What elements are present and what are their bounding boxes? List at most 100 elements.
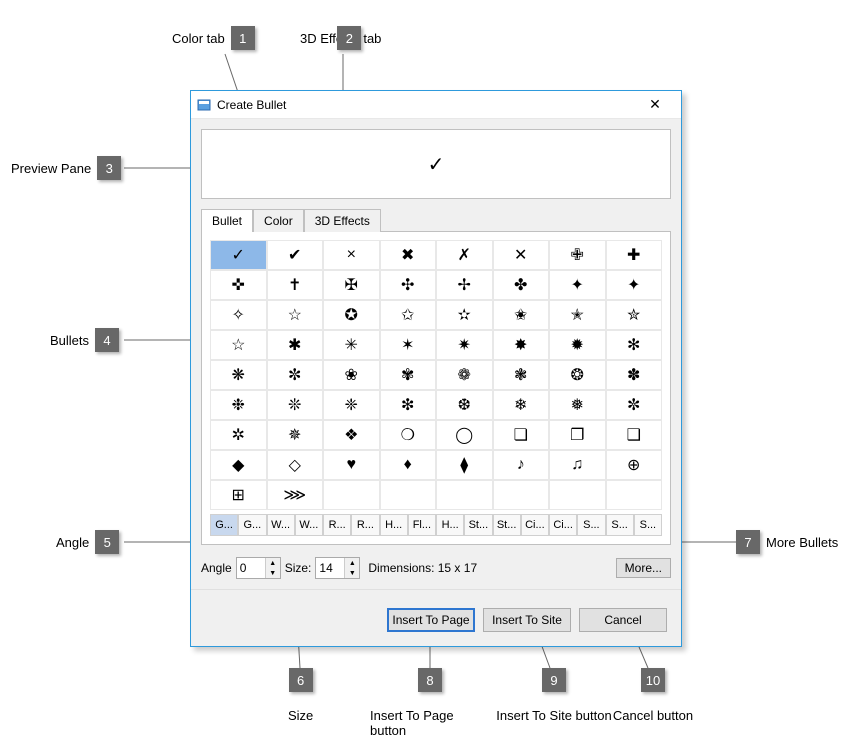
- spin-up-icon[interactable]: ▲: [345, 558, 359, 568]
- size-spinner[interactable]: ▲▼: [315, 557, 360, 579]
- bullet-cell[interactable]: [549, 480, 606, 510]
- bullet-cell[interactable]: ◇: [267, 450, 324, 480]
- bullet-cell[interactable]: ✹: [549, 330, 606, 360]
- bullet-cell[interactable]: ❏: [493, 420, 550, 450]
- bullet-cell[interactable]: ⊞: [210, 480, 267, 510]
- bullet-cell[interactable]: ✦: [606, 270, 663, 300]
- spin-up-icon[interactable]: ▲: [266, 558, 280, 568]
- insert-to-page-button[interactable]: Insert To Page: [387, 608, 475, 632]
- bullet-cell[interactable]: ❋: [210, 360, 267, 390]
- bullet-cell[interactable]: ✙: [549, 240, 606, 270]
- category-cell[interactable]: S...: [606, 514, 634, 536]
- bullet-cell[interactable]: [493, 480, 550, 510]
- category-cell[interactable]: H...: [380, 514, 408, 536]
- category-cell[interactable]: R...: [323, 514, 351, 536]
- bullet-cell[interactable]: ♥: [323, 450, 380, 480]
- bullet-cell[interactable]: ♪: [493, 450, 550, 480]
- category-cell[interactable]: St...: [464, 514, 492, 536]
- bullet-cell[interactable]: ❇: [380, 390, 437, 420]
- bullet-cell[interactable]: ❐: [549, 420, 606, 450]
- category-cell[interactable]: St...: [493, 514, 521, 536]
- bullet-cell[interactable]: [380, 480, 437, 510]
- bullet-cell[interactable]: ❖: [323, 420, 380, 450]
- bullet-cell[interactable]: ✦: [549, 270, 606, 300]
- bullet-cell[interactable]: ✓: [210, 240, 267, 270]
- bullet-cell[interactable]: ✼: [267, 360, 324, 390]
- insert-to-site-button[interactable]: Insert To Site: [483, 608, 571, 632]
- bullet-cell[interactable]: ✩: [380, 300, 437, 330]
- bullet-cell[interactable]: ✵: [267, 420, 324, 450]
- bullet-cell[interactable]: ❈: [323, 390, 380, 420]
- category-cell[interactable]: Fl...: [408, 514, 436, 536]
- bullet-cell[interactable]: ✢: [436, 270, 493, 300]
- tab-color[interactable]: Color: [253, 209, 304, 232]
- bullet-cell[interactable]: ✻: [606, 330, 663, 360]
- bullet-cell[interactable]: ❊: [267, 390, 324, 420]
- bullet-cell[interactable]: ✱: [267, 330, 324, 360]
- bullet-cell[interactable]: ✷: [436, 330, 493, 360]
- bullet-cell[interactable]: ❉: [210, 390, 267, 420]
- bullet-cell[interactable]: ✝: [267, 270, 324, 300]
- bullet-cell[interactable]: ✼: [606, 390, 663, 420]
- bullet-cell[interactable]: ✤: [493, 270, 550, 300]
- bullet-cell[interactable]: [606, 480, 663, 510]
- bullet-cell[interactable]: ✳: [323, 330, 380, 360]
- angle-spinner[interactable]: ▲▼: [236, 557, 281, 579]
- size-input[interactable]: [316, 558, 344, 578]
- bullet-cell[interactable]: ✭: [549, 300, 606, 330]
- bullet-cell[interactable]: ☆: [210, 330, 267, 360]
- bullet-cell[interactable]: ❄: [493, 390, 550, 420]
- bullet-cell[interactable]: ♦: [380, 450, 437, 480]
- spin-down-icon[interactable]: ▼: [345, 568, 359, 578]
- bullet-cell[interactable]: ❅: [549, 390, 606, 420]
- category-cell[interactable]: G...: [210, 514, 238, 536]
- bullet-cell[interactable]: ✜: [210, 270, 267, 300]
- bullet-cell[interactable]: ✚: [606, 240, 663, 270]
- bullet-cell[interactable]: ✬: [493, 300, 550, 330]
- bullet-cell[interactable]: ❀: [323, 360, 380, 390]
- bullet-cell[interactable]: ❂: [549, 360, 606, 390]
- bullet-cell[interactable]: ✖: [380, 240, 437, 270]
- angle-input[interactable]: [237, 558, 265, 578]
- bullet-cell[interactable]: ⋙: [267, 480, 324, 510]
- category-cell[interactable]: S...: [577, 514, 605, 536]
- category-cell[interactable]: W...: [267, 514, 295, 536]
- bullet-cell[interactable]: ✧: [210, 300, 267, 330]
- bullet-cell[interactable]: ✠: [323, 270, 380, 300]
- category-cell[interactable]: G...: [238, 514, 266, 536]
- bullet-cell[interactable]: ✫: [436, 300, 493, 330]
- tab-3d-effects[interactable]: 3D Effects: [304, 209, 381, 232]
- bullet-cell[interactable]: ✾: [380, 360, 437, 390]
- bullet-cell[interactable]: [436, 480, 493, 510]
- bullet-cell[interactable]: ✪: [323, 300, 380, 330]
- bullet-cell[interactable]: ✶: [380, 330, 437, 360]
- bullet-cell[interactable]: ◆: [210, 450, 267, 480]
- tab-bullet[interactable]: Bullet: [201, 209, 253, 232]
- bullet-cell[interactable]: ❑: [606, 420, 663, 450]
- category-cell[interactable]: R...: [351, 514, 379, 536]
- bullet-cell[interactable]: ❆: [436, 390, 493, 420]
- bullet-cell[interactable]: ◯: [436, 420, 493, 450]
- bullet-cell[interactable]: ✗: [436, 240, 493, 270]
- bullet-cell[interactable]: ×: [323, 240, 380, 270]
- category-cell[interactable]: W...: [295, 514, 323, 536]
- bullet-cell[interactable]: ✕: [493, 240, 550, 270]
- category-cell[interactable]: S...: [634, 514, 662, 536]
- bullet-cell[interactable]: [323, 480, 380, 510]
- bullet-cell[interactable]: ✽: [606, 360, 663, 390]
- spin-down-icon[interactable]: ▼: [266, 568, 280, 578]
- bullet-cell[interactable]: ♫: [549, 450, 606, 480]
- bullet-cell[interactable]: ✣: [380, 270, 437, 300]
- bullet-cell[interactable]: ✮: [606, 300, 663, 330]
- more-button[interactable]: More...: [616, 558, 671, 578]
- bullet-cell[interactable]: ❍: [380, 420, 437, 450]
- bullet-cell[interactable]: ❁: [436, 360, 493, 390]
- close-button[interactable]: ✕: [635, 94, 675, 116]
- category-cell[interactable]: Ci...: [521, 514, 549, 536]
- category-cell[interactable]: H...: [436, 514, 464, 536]
- bullet-cell[interactable]: ❃: [493, 360, 550, 390]
- bullet-cell[interactable]: ☆: [267, 300, 324, 330]
- bullet-cell[interactable]: ✔: [267, 240, 324, 270]
- cancel-button[interactable]: Cancel: [579, 608, 667, 632]
- bullet-cell[interactable]: ✲: [210, 420, 267, 450]
